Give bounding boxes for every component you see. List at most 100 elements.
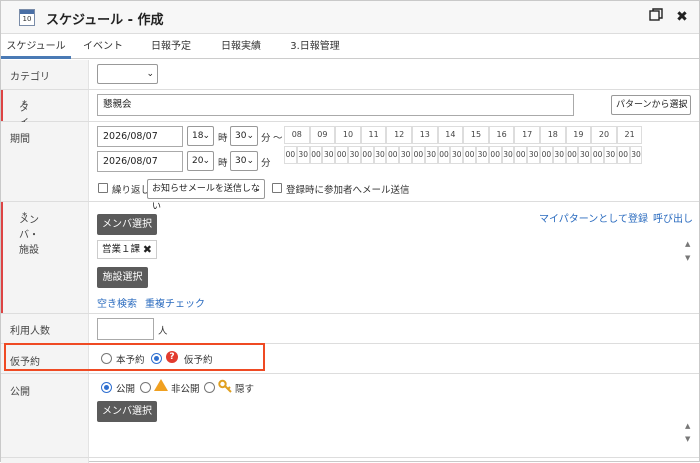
hidden-radio[interactable] [204, 382, 215, 393]
timeline-slot[interactable]: 00 [540, 146, 553, 164]
category-row: カテゴリ ⌄ [1, 60, 699, 90]
end-min-unit: 分 [261, 158, 271, 169]
timeline-slot[interactable]: 00 [412, 146, 425, 164]
title-label-cell: タイトル* [1, 90, 89, 159]
scroll-down-icon[interactable]: ▼ [685, 254, 690, 262]
timeline-slot[interactable]: 30 [450, 146, 464, 164]
publish-label-cell: 公開 [1, 374, 89, 463]
register-my-pattern-link[interactable]: マイパターンとして登録 [539, 210, 648, 225]
title-bar: 10 スケジュール - 作成 ✖ [1, 1, 699, 34]
start-min-select[interactable]: 30 ⌄ [230, 126, 258, 146]
timeline-slot[interactable]: 30 [348, 146, 361, 164]
private-label: 非公開 [171, 384, 200, 395]
timeline-slot[interactable]: 00 [309, 146, 323, 164]
timeline-hour-header: 12 [386, 126, 412, 144]
timeline-hour-header: 10 [335, 126, 361, 144]
timeline-slot[interactable]: 00 [437, 146, 451, 164]
member-select-button[interactable]: メンバ選択 [97, 214, 157, 235]
timeline-slot[interactable]: 30 [373, 146, 387, 164]
timeline-hour-header: 18 [540, 126, 566, 144]
timeline-hour-header: 09 [309, 126, 336, 144]
users-count-label: 利用人数 [10, 326, 50, 337]
timeline-hour-header: 19 [565, 126, 592, 144]
key-icon [218, 379, 232, 396]
timeline-slot[interactable]: 30 [322, 146, 336, 164]
tab-daily-plan[interactable]: 日報予定 [141, 35, 201, 59]
timeline-slot[interactable]: 30 [629, 146, 643, 164]
end-date-input[interactable]: 2026/08/07 [97, 151, 183, 172]
timeline-hour-header: 21 [616, 126, 643, 144]
remove-icon[interactable]: ✖ [143, 241, 152, 258]
register-mail-label: 登録時に参加者へメール送信 [286, 185, 410, 196]
next-row-edge [1, 457, 699, 463]
register-mail-checkbox[interactable] [272, 183, 282, 193]
free-search-link[interactable]: 空き検索 [97, 295, 137, 310]
timeline-hour-header: 15 [463, 126, 489, 144]
timeline-slot[interactable]: 00 [488, 146, 502, 164]
dialog-title: スケジュール - 作成 [46, 13, 164, 28]
scroll-up-icon[interactable]: ▲ [685, 240, 690, 248]
timeline-slot[interactable]: 30 [552, 146, 566, 164]
timeline-hour-header: 14 [437, 126, 464, 144]
tab-daily-management[interactable]: 3.日報管理 [281, 35, 349, 59]
end-min-select[interactable]: 30 ⌄ [230, 151, 258, 171]
members-label-cell: メンバ・施設 * [1, 202, 89, 313]
calendar-icon: 10 [19, 9, 35, 26]
schedule-dialog: 10 スケジュール - 作成 ✖ スケジュール イベント 日報予定 日報実績 3… [0, 0, 700, 463]
notify-mail-select[interactable]: お知らせメールを送信しない ⌄ [147, 179, 265, 212]
recall-link[interactable]: 呼び出し [653, 210, 693, 225]
timeline-slot[interactable]: 30 [424, 146, 438, 164]
users-count-unit: 人 [158, 326, 168, 337]
start-min-unit: 分 [261, 133, 271, 144]
category-label-cell: カテゴリ [1, 60, 89, 89]
timeline-slot[interactable]: 00 [463, 146, 476, 164]
timeline-slot[interactable]: 30 [296, 146, 310, 164]
timeline-slot[interactable]: 30 [527, 146, 540, 164]
period-label: 期間 [10, 134, 30, 145]
timeline-slot[interactable]: 00 [591, 146, 604, 164]
duplicate-check-link[interactable]: 重複チェック [145, 295, 205, 310]
timeline-slot[interactable]: 00 [565, 146, 579, 164]
timeline-slot[interactable]: 30 [604, 146, 617, 164]
pattern-select[interactable]: パターンから選択 ⌄ [611, 95, 691, 115]
start-date-input[interactable]: 2026/08/07 [97, 126, 183, 147]
repeat-checkbox[interactable] [98, 183, 108, 193]
publish-member-select-button[interactable]: メンバ選択 [97, 401, 157, 422]
tab-bar: スケジュール イベント 日報予定 日報実績 3.日報管理 [1, 35, 699, 59]
users-count-input[interactable] [97, 318, 154, 340]
member-tag: 営業１課 ✖ [97, 240, 157, 259]
public-radio[interactable] [101, 382, 112, 393]
scroll-down-icon[interactable]: ▼ [685, 435, 690, 443]
timeline-hour-header: 17 [514, 126, 540, 144]
timeline-slot[interactable]: 30 [399, 146, 412, 164]
timeline-slot[interactable]: 00 [335, 146, 348, 164]
chevron-down-icon: ⌄ [146, 69, 154, 79]
timeline-slot[interactable]: 30 [476, 146, 489, 164]
close-icon[interactable]: ✖ [673, 8, 691, 26]
timeline-slot[interactable]: 00 [386, 146, 400, 164]
tab-daily-result[interactable]: 日報実績 [211, 35, 271, 59]
private-radio[interactable] [140, 382, 151, 393]
users-count-label-cell: 利用人数 [1, 314, 89, 343]
highlight-frame [4, 343, 265, 371]
timeline-slot[interactable]: 00 [616, 146, 630, 164]
timeline-slot[interactable]: 00 [284, 146, 297, 164]
timeline-slot[interactable]: 30 [501, 146, 515, 164]
maximize-icon[interactable] [647, 8, 665, 26]
start-hour-select[interactable]: 18 ⌄ [187, 126, 214, 146]
category-select[interactable]: ⌄ [97, 64, 158, 84]
timeline-hour-header: 16 [488, 126, 515, 144]
warning-icon [154, 379, 168, 391]
facility-select-button[interactable]: 施設選択 [97, 267, 148, 288]
start-hour-unit: 時 [218, 133, 228, 144]
timeline-slot[interactable]: 00 [514, 146, 528, 164]
chevron-down-icon: ⌄ [679, 100, 687, 110]
timeline-slot[interactable]: 30 [578, 146, 592, 164]
tab-event[interactable]: イベント [79, 35, 127, 59]
title-input[interactable]: 懇親会 [97, 94, 574, 116]
timeline-hour-header: 11 [360, 126, 387, 144]
timeline-slot[interactable]: 00 [360, 146, 374, 164]
scroll-up-icon[interactable]: ▲ [685, 422, 690, 430]
end-hour-select[interactable]: 20 ⌄ [187, 151, 214, 171]
tab-schedule[interactable]: スケジュール [1, 35, 71, 59]
